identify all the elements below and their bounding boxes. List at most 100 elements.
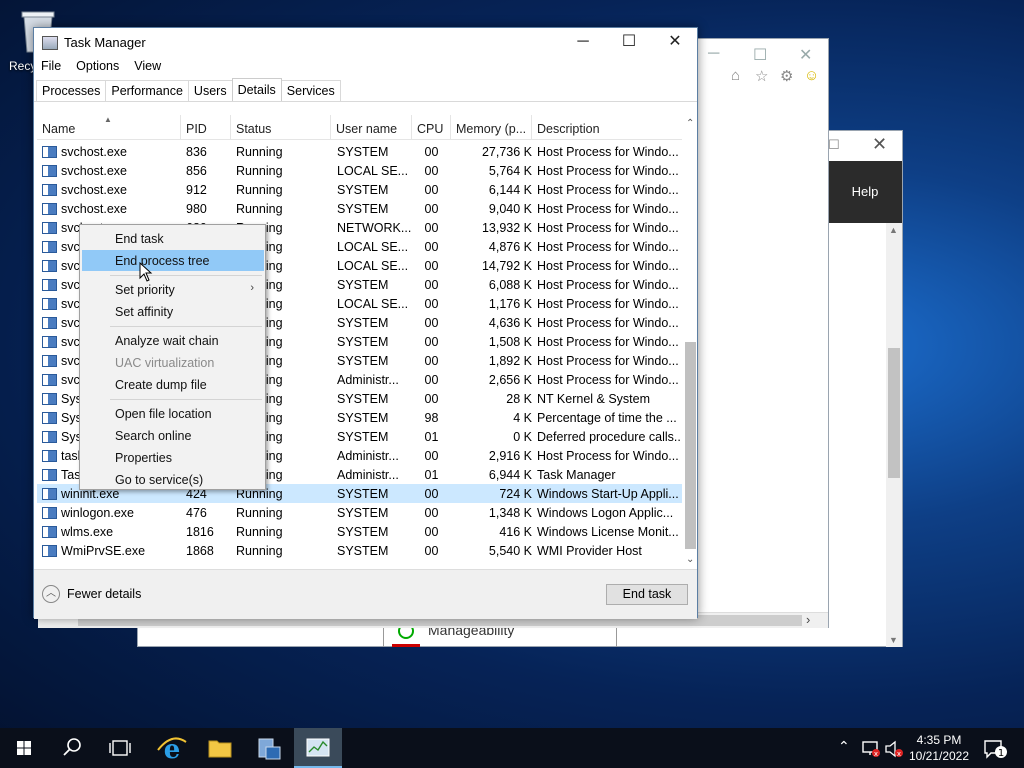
table-row[interactable]: wlms.exe 1816 Running SYSTEM 00 416 K Windows … <box>37 522 682 541</box>
scroll-thumb[interactable] <box>685 342 696 549</box>
task-view-button[interactable] <box>96 728 144 768</box>
cell-mem: 28 K <box>506 392 532 406</box>
start-button[interactable] <box>0 728 48 768</box>
svg-text:x: x <box>897 750 901 758</box>
close-icon[interactable]: ✕ <box>799 45 812 65</box>
settings-icon[interactable]: ⚙ <box>780 67 793 85</box>
feedback-smiley-icon[interactable]: ☺ <box>804 67 819 84</box>
table-row[interactable]: svchost.exe 836 Running SYSTEM 00 27,736 K Hos… <box>37 142 682 161</box>
search-button[interactable] <box>48 728 96 768</box>
col-status[interactable]: Status <box>231 115 331 139</box>
cell-desc: Host Process for Windo... <box>537 316 679 330</box>
task-manager-taskbar-button[interactable] <box>294 728 342 768</box>
menu-item-open-file-location[interactable]: Open file location <box>82 403 264 424</box>
cell-cpu: 00 <box>424 221 439 235</box>
file-explorer-button[interactable] <box>196 728 244 768</box>
chevron-up-icon[interactable]: ⌃ <box>838 738 850 755</box>
network-warning-icon[interactable]: x <box>860 740 882 758</box>
cell-user: SYSTEM <box>337 145 389 159</box>
menu-item-end-task[interactable]: End task <box>82 228 264 249</box>
cell-cpu: 01 <box>424 430 439 444</box>
restore-icon[interactable]: ☐ <box>828 137 840 153</box>
server-manager-button[interactable] <box>244 728 292 768</box>
menu-item-set-affinity[interactable]: Set affinity <box>82 301 264 322</box>
vertical-scrollbar[interactable]: ▲ ▼ <box>886 223 902 647</box>
cell-name-text: svchost.exe <box>61 202 128 216</box>
scroll-right-icon[interactable]: › <box>806 612 810 627</box>
col-username[interactable]: User name <box>331 115 412 139</box>
taskbar: e ⌃ x x 4:35 PM 10/21/2022 1 <box>0 728 1024 768</box>
scroll-up-icon[interactable]: ▲ <box>889 225 898 235</box>
windows-logo-icon <box>17 741 31 755</box>
cell-desc: Host Process for Windo... <box>537 183 679 197</box>
col-description[interactable]: Description <box>532 115 682 139</box>
menu-item-analyze-wait-chain[interactable]: Analyze wait chain <box>82 330 264 351</box>
menu-options[interactable]: Options <box>69 58 127 78</box>
minimize-icon[interactable]: ─ <box>708 45 719 63</box>
process-icon <box>42 279 57 291</box>
cell-user: Administr... <box>337 449 399 463</box>
menu-item-set-priority[interactable]: Set priority › <box>82 279 264 300</box>
maximize-icon[interactable]: ☐ <box>753 45 767 65</box>
cell-user: Administr... <box>337 373 399 387</box>
cell-user: SYSTEM <box>337 411 389 425</box>
scroll-up-icon[interactable]: ⌃ <box>686 118 694 129</box>
menu-item-end-process-tree[interactable]: End process tree <box>82 250 264 271</box>
scroll-down-icon[interactable]: ⌄ <box>686 554 694 565</box>
cell-user: SYSTEM <box>337 544 389 558</box>
cell-name: svchost.exe <box>37 161 181 180</box>
home-icon[interactable]: ⌂ <box>731 67 740 84</box>
minimize-button[interactable]: ─ <box>560 28 606 56</box>
action-center-icon[interactable]: 1 <box>982 738 1010 760</box>
tab-users[interactable]: Users <box>187 80 233 101</box>
menu-view[interactable]: View <box>127 58 169 78</box>
cell-user: LOCAL SE... <box>337 240 409 254</box>
cell-status: Running <box>236 145 283 159</box>
mouse-cursor-icon <box>139 262 153 282</box>
table-row[interactable]: winlogon.exe 476 Running SYSTEM 00 1,348 K Win… <box>37 503 682 522</box>
menu-item-label: Create dump file <box>115 378 207 392</box>
menu-file[interactable]: File <box>34 58 69 78</box>
table-row[interactable]: svchost.exe 980 Running SYSTEM 00 9,040 K Host… <box>37 199 682 218</box>
process-icon <box>42 374 57 386</box>
internet-explorer-button[interactable]: e <box>148 728 196 768</box>
cell-user: LOCAL SE... <box>337 297 409 311</box>
tab-services[interactable]: Services <box>280 80 341 101</box>
tab-details[interactable]: Details <box>231 78 282 101</box>
tab-strip: Processes Performance Users Details Serv… <box>36 78 341 102</box>
cell-desc: Task Manager <box>537 468 616 482</box>
table-row[interactable]: WmiPrvSE.exe 1868 Running SYSTEM 00 5,540 K WM… <box>37 541 682 560</box>
process-icon <box>42 203 57 215</box>
favorites-icon[interactable]: ☆ <box>755 67 768 85</box>
menu-item-search-online[interactable]: Search online <box>82 425 264 446</box>
col-cpu[interactable]: CPU <box>412 115 451 139</box>
cell-desc: Host Process for Windo... <box>537 449 679 463</box>
maximize-button[interactable]: ☐ <box>606 28 652 56</box>
cell-pid: 476 <box>186 506 207 520</box>
menu-item-label: Analyze wait chain <box>115 334 219 348</box>
col-pid[interactable]: PID <box>181 115 231 139</box>
menu-item-create-dump-file[interactable]: Create dump file <box>82 374 264 395</box>
menu-item-go-to-service-s[interactable]: Go to service(s) <box>82 469 264 490</box>
table-row[interactable]: svchost.exe 856 Running LOCAL SE... 00 5,764 … <box>37 161 682 180</box>
fewer-details-button[interactable]: ︿ Fewer details <box>42 585 141 603</box>
close-button[interactable]: ✕ <box>652 28 698 56</box>
end-task-button[interactable]: End task <box>606 584 688 605</box>
col-memory[interactable]: Memory (p... <box>451 115 532 139</box>
table-scrollbar[interactable]: ⌃ ⌄ <box>682 115 699 570</box>
tab-performance[interactable]: Performance <box>105 80 189 101</box>
tab-processes[interactable]: Processes <box>36 80 107 101</box>
cell-user: Administr... <box>337 468 399 482</box>
menu-item-label: UAC virtualization <box>115 356 215 370</box>
process-icon <box>42 450 57 462</box>
browser-window[interactable]: ─ ☐ ✕ ⌂ ☆ ⚙ ☺ <box>697 38 829 628</box>
volume-muted-icon[interactable]: x <box>884 740 904 758</box>
menu-item-properties[interactable]: Properties <box>82 447 264 468</box>
help-button[interactable]: Help <box>828 161 902 223</box>
cell-desc: Windows License Monit... <box>537 525 679 539</box>
close-icon[interactable]: ✕ <box>872 134 887 155</box>
scroll-down-icon[interactable]: ▼ <box>889 635 898 645</box>
table-row[interactable]: svchost.exe 912 Running SYSTEM 00 6,144 K Host… <box>37 180 682 199</box>
menu-item-label: Search online <box>115 429 192 443</box>
clock[interactable]: 4:35 PM 10/21/2022 <box>906 732 972 764</box>
